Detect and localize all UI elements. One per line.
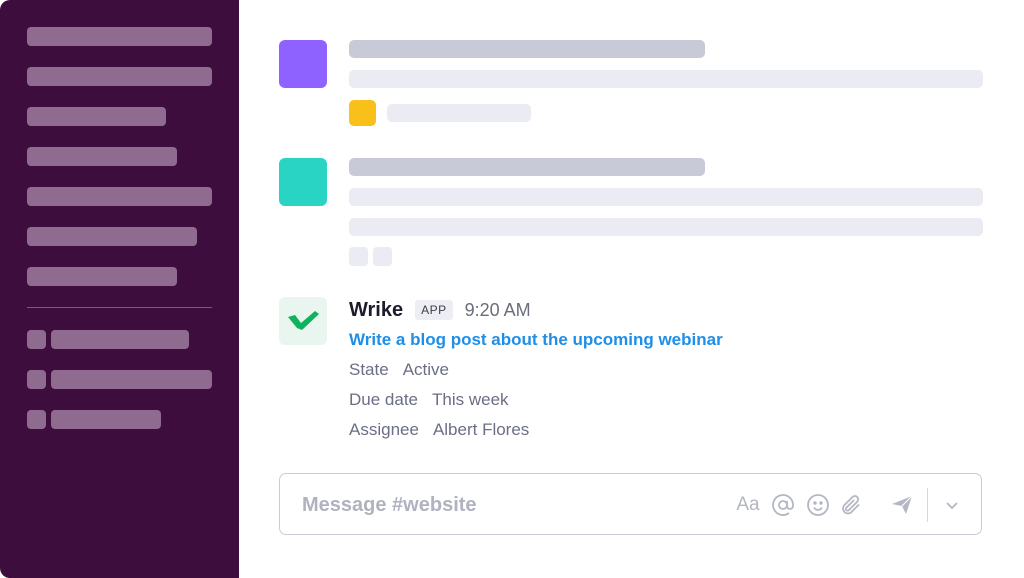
message-composer: Aa [279,473,982,535]
avatar[interactable] [279,40,327,88]
field-label: Due date [349,390,418,409]
message-input[interactable] [300,488,704,522]
message-author-placeholder [349,158,705,176]
reaction-placeholder[interactable] [349,247,368,266]
sidebar-dm-item[interactable] [51,330,189,349]
sidebar-item[interactable] [27,67,212,86]
wrike-logo[interactable] [279,297,327,345]
sidebar-divider [27,307,212,308]
task-field-state: State Active [349,360,449,380]
field-value: This week [432,390,509,409]
sender-name[interactable]: Wrike [349,299,403,322]
reaction-placeholder[interactable] [373,247,392,266]
task-field-due-date: Due date This week [349,390,509,410]
sidebar-item[interactable] [27,187,212,206]
sidebar-item[interactable] [27,147,177,166]
at-icon[interactable] [770,492,796,518]
sidebar-dm-avatar [27,410,46,429]
app-badge: APP [415,300,453,320]
field-label: Assignee [349,420,419,439]
field-value: Albert Flores [432,420,530,439]
message-header: Wrike APP 9:20 AM [349,297,531,323]
sidebar-dm-item[interactable] [51,370,212,389]
sidebar-dm-avatar [27,370,46,389]
wrike-check-icon [288,311,319,330]
message-author-placeholder [349,40,705,58]
reaction-placeholder [387,104,531,122]
message-text-placeholder [349,188,983,206]
send-icon[interactable] [889,492,915,518]
composer-divider [927,488,928,522]
format-icon[interactable]: Aa [733,492,763,518]
sidebar-item[interactable] [27,227,197,246]
message-text-placeholder [349,70,983,88]
sidebar-item[interactable] [27,27,212,46]
chevron-down-icon[interactable] [939,492,965,518]
message-timestamp[interactable]: 9:20 AM [465,300,531,321]
task-field-assignee: Assignee Albert Flores [349,420,529,440]
emoji-icon[interactable] [805,492,831,518]
sidebar-dm-avatar [27,330,46,349]
paperclip-icon[interactable] [838,492,864,518]
reaction-icon[interactable] [349,100,376,126]
task-link[interactable]: Write a blog post about the upcoming web… [349,330,723,350]
sidebar [0,0,239,578]
format-label: Aa [736,494,760,515]
sidebar-dm-item[interactable] [51,410,161,429]
sidebar-item[interactable] [27,107,166,126]
message-text-placeholder [349,218,983,236]
field-label: State [349,360,389,379]
sidebar-item[interactable] [27,267,177,286]
avatar[interactable] [279,158,327,206]
field-value: Active [402,360,449,379]
